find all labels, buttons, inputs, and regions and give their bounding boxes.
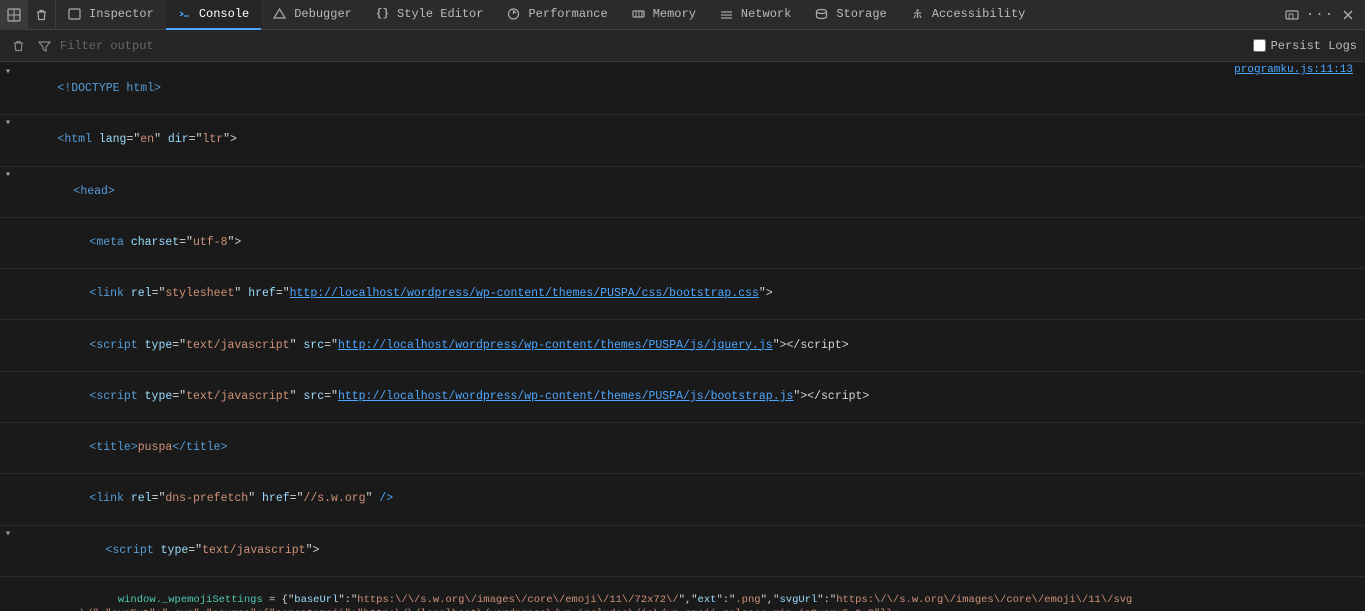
- log-content: <!DOCTYPE html>: [16, 65, 1365, 113]
- persist-logs-label: Persist Logs: [1271, 39, 1357, 53]
- log-line: <script type="text/javascript" src="http…: [0, 320, 1365, 371]
- file-reference[interactable]: programku.js:11:13: [1234, 64, 1353, 76]
- log-line: ▾ <head>: [0, 167, 1365, 218]
- tab-network-label: Network: [741, 7, 791, 21]
- tab-style-editor-label: Style Editor: [397, 7, 483, 21]
- tab-style-editor[interactable]: {} Style Editor: [364, 0, 496, 30]
- log-content: <meta charset="utf-8">: [16, 219, 1365, 267]
- filter-bar: Persist Logs: [0, 30, 1365, 62]
- log-arrow[interactable]: ▾: [0, 168, 16, 181]
- tab-performance-label: Performance: [528, 7, 607, 21]
- responsive-design-btn[interactable]: [1279, 2, 1305, 28]
- more-options-btn[interactable]: ···: [1307, 2, 1333, 28]
- close-devtools-btn[interactable]: [1335, 2, 1361, 28]
- log-arrow[interactable]: [0, 475, 16, 476]
- tab-memory[interactable]: Memory: [620, 0, 708, 30]
- log-arrow[interactable]: [0, 219, 16, 220]
- tab-console[interactable]: Console: [166, 0, 261, 30]
- trash-btn[interactable]: [28, 0, 56, 30]
- filter-icon[interactable]: [34, 36, 54, 56]
- devtools-toolbar: Inspector Console Debugger {} Style Edit…: [0, 0, 1365, 30]
- log-content: <title>puspa</title>: [16, 424, 1365, 472]
- tab-network[interactable]: Network: [708, 0, 803, 30]
- log-line: <script type="text/javascript" src="http…: [0, 372, 1365, 423]
- log-arrow[interactable]: ▾: [0, 527, 16, 540]
- pick-element-btn[interactable]: [0, 0, 28, 30]
- persist-logs-toggle[interactable]: Persist Logs: [1253, 39, 1357, 53]
- tab-accessibility[interactable]: Accessibility: [899, 0, 1038, 30]
- log-line: window._wpemojiSettings = {"baseUrl":"ht…: [0, 577, 1365, 611]
- log-content: <script type="text/javascript" src="http…: [16, 373, 1365, 421]
- tab-accessibility-label: Accessibility: [932, 7, 1026, 21]
- log-content: <html lang="en" dir="ltr">: [16, 116, 1365, 164]
- tab-debugger[interactable]: Debugger: [261, 0, 364, 30]
- log-arrow[interactable]: ▾: [0, 65, 16, 78]
- console-output[interactable]: programku.js:11:13 ▾ <!DOCTYPE html> ▾ <…: [0, 62, 1365, 611]
- log-line: ▾ <script type="text/javascript">: [0, 526, 1365, 577]
- log-content: <script type="text/javascript" src="http…: [16, 321, 1365, 369]
- log-content: <head>: [16, 168, 1365, 216]
- log-arrow[interactable]: ▾: [0, 116, 16, 129]
- log-content: <script type="text/javascript">: [16, 527, 1365, 575]
- log-arrow[interactable]: [0, 373, 16, 374]
- log-arrow[interactable]: [0, 321, 16, 322]
- tab-memory-label: Memory: [653, 7, 696, 21]
- log-content: window._wpemojiSettings = {"baseUrl":"ht…: [16, 578, 1365, 611]
- tab-console-label: Console: [199, 7, 249, 21]
- log-line: ▾ <html lang="en" dir="ltr">: [0, 115, 1365, 166]
- tabs: Inspector Console Debugger {} Style Edit…: [56, 0, 1279, 30]
- tab-storage[interactable]: Storage: [803, 0, 898, 30]
- log-line: <link rel="dns-prefetch" href="//s.w.org…: [0, 474, 1365, 525]
- tab-performance[interactable]: Performance: [495, 0, 619, 30]
- toolbar-right: ···: [1279, 2, 1365, 28]
- log-content: <link rel="stylesheet" href="http://loca…: [16, 270, 1365, 318]
- tab-storage-label: Storage: [836, 7, 886, 21]
- tab-inspector[interactable]: Inspector: [56, 0, 166, 30]
- log-arrow[interactable]: [0, 424, 16, 425]
- log-line: <meta charset="utf-8">: [0, 218, 1365, 269]
- filter-trash-btn[interactable]: [8, 36, 28, 56]
- log-arrow[interactable]: [0, 578, 16, 579]
- log-arrow[interactable]: [0, 270, 16, 271]
- tab-debugger-label: Debugger: [294, 7, 352, 21]
- log-line: ▾ <!DOCTYPE html>: [0, 64, 1365, 115]
- log-line: <link rel="stylesheet" href="http://loca…: [0, 269, 1365, 320]
- tab-inspector-label: Inspector: [89, 7, 154, 21]
- log-content: <link rel="dns-prefetch" href="//s.w.org…: [16, 475, 1365, 523]
- filter-input[interactable]: [60, 39, 1247, 53]
- persist-logs-checkbox[interactable]: [1253, 39, 1266, 52]
- log-line: <title>puspa</title>: [0, 423, 1365, 474]
